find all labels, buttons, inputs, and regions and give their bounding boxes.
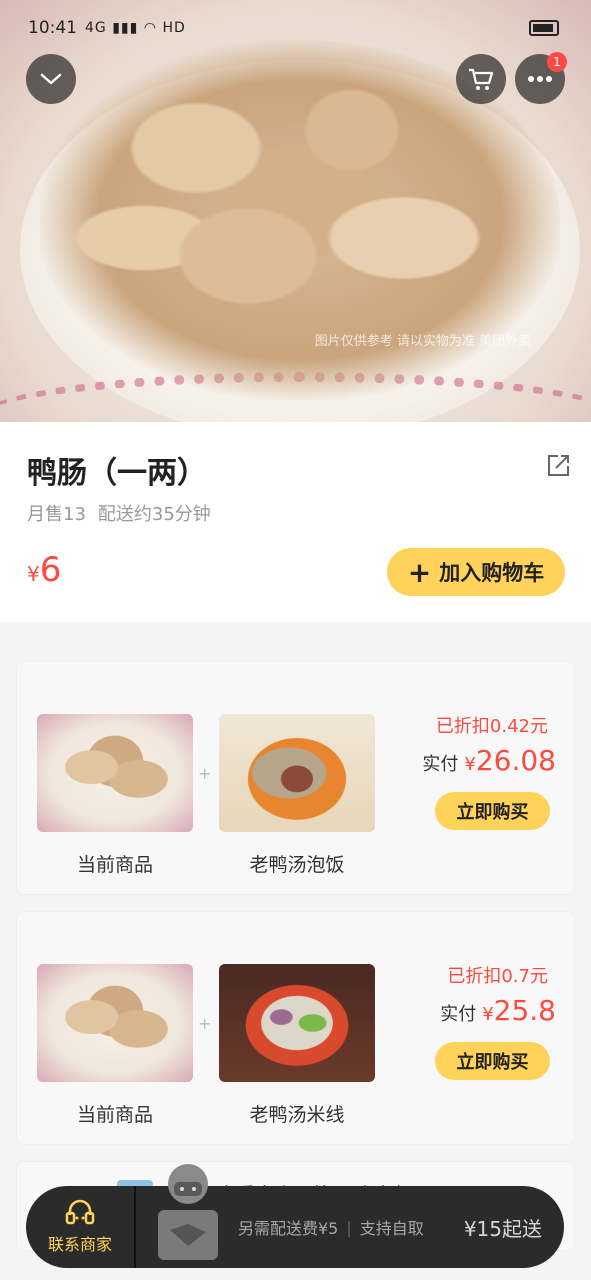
product-meta: 月售13 配送约35分钟 <box>27 500 211 526</box>
plus-separator: + <box>198 1014 212 1033</box>
delivery-fee: 另需配送费¥5 <box>238 1219 339 1238</box>
plus-icon: + <box>407 555 432 589</box>
monthly-sales: 月售13 <box>27 504 86 525</box>
combo-item-label: 当前商品 <box>76 1104 153 1126</box>
pay-label: 实付 <box>422 754 459 775</box>
signal-bars-icon: ▮▮▮ <box>112 20 139 36</box>
add-to-cart-button[interactable]: + 加入购物车 <box>387 548 565 596</box>
delivery-rider-icon <box>158 1164 218 1260</box>
currency-symbol: ¥ <box>464 754 476 775</box>
pay-label: 实付 <box>440 1004 477 1025</box>
combo-pay: 实付 ¥25.8 <box>396 994 556 1027</box>
share-icon[interactable] <box>544 452 572 480</box>
combo-item-image-noodle-soup[interactable] <box>219 964 375 1082</box>
collapse-button[interactable] <box>26 54 76 104</box>
status-time: 10:41 <box>28 18 77 38</box>
cart-button[interactable] <box>456 54 506 104</box>
currency-symbol: ¥ <box>27 562 40 586</box>
combo-discount: 已折扣0.42元 <box>435 716 548 737</box>
more-options-button[interactable]: 1 <box>515 52 567 104</box>
combo-item-label: 当前商品 <box>76 854 153 876</box>
headset-icon <box>65 1199 95 1225</box>
product-title: 鸭肠（一两） <box>27 456 207 491</box>
signal-indicator: 4G ▮▮▮ ◠ HD <box>85 20 186 36</box>
delivery-time: 配送约35分钟 <box>97 504 211 525</box>
contact-merchant-button[interactable]: 联系商家 <box>26 1186 136 1268</box>
chevron-down-icon <box>40 73 62 85</box>
notification-badge: 1 <box>547 52 567 72</box>
battery-icon <box>529 20 559 36</box>
contact-merchant-label: 联系商家 <box>47 1235 112 1254</box>
product-info-panel: 鸭肠（一两） 月售13 配送约35分钟 ¥6 + 加入购物车 <box>0 422 591 622</box>
wifi-icon: ◠ <box>143 20 158 36</box>
product-image[interactable]: 图片仅供参考 请以实物为准 美团外卖 <box>0 0 591 422</box>
combo-item-label: 老鸭汤泡饭 <box>249 854 345 876</box>
combo-pay: 实付 ¥26.08 <box>396 744 556 777</box>
status-bar: 10:41 4G ▮▮▮ ◠ HD <box>0 0 591 56</box>
combo-item-image-current[interactable] <box>37 714 193 832</box>
delivery-fee-info: 另需配送费¥5 | 支持自取 <box>238 1186 424 1268</box>
combo-discount: 已折扣0.7元 <box>447 966 548 987</box>
combo-item-label: 老鸭汤米线 <box>249 1104 345 1126</box>
add-to-cart-label: 加入购物车 <box>439 561 545 585</box>
pay-amount: 26.08 <box>475 744 556 777</box>
bottom-action-bar: 联系商家 另需配送费¥5 | 支持自取 ¥15起送 <box>26 1164 564 1268</box>
cart-icon <box>469 68 494 90</box>
plus-separator: + <box>198 764 212 783</box>
product-price: ¥6 <box>27 550 61 590</box>
network-type: 4G <box>85 20 107 36</box>
more-dots-icon <box>528 76 552 82</box>
combo-item-image-rice-soup[interactable] <box>219 714 375 832</box>
image-watermark: 图片仅供参考 请以实物为准 美团外卖 <box>314 334 531 349</box>
price-value: 6 <box>39 550 62 590</box>
combo-card[interactable]: + 当前商品 老鸭汤米线 已折扣0.7元 实付 ¥25.8 立即购买 <box>16 911 575 1145</box>
pay-amount: 25.8 <box>493 994 556 1027</box>
buy-now-button[interactable]: 立即购买 <box>435 1042 550 1080</box>
combo-item-image-current[interactable] <box>37 964 193 1082</box>
buy-now-button[interactable]: 立即购买 <box>435 792 550 830</box>
self-pickup: 支持自取 <box>359 1219 424 1238</box>
minimum-order: ¥15起送 <box>463 1216 542 1241</box>
divider: | <box>346 1217 352 1237</box>
combo-card[interactable]: + 当前商品 老鸭汤泡饭 已折扣0.42元 实付 ¥26.08 立即购买 <box>16 661 575 895</box>
currency-symbol: ¥ <box>482 1004 494 1025</box>
network-hd: HD <box>162 20 186 36</box>
